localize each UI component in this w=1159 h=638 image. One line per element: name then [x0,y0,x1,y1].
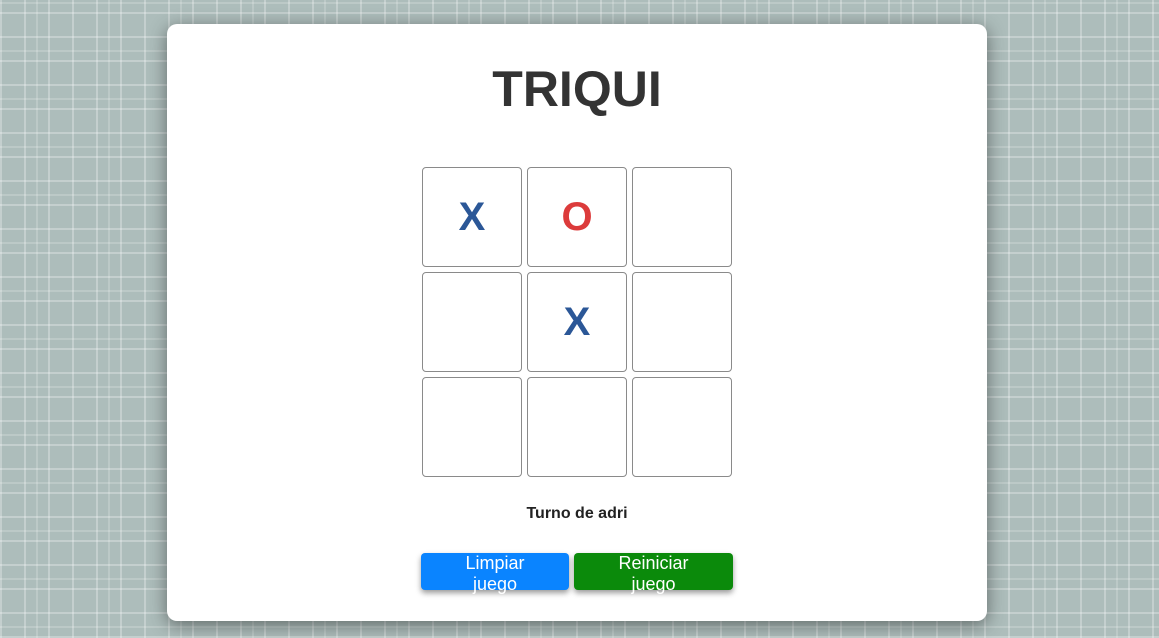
board-cell-6[interactable] [632,272,732,372]
board-cell-2[interactable]: O [527,167,627,267]
board-cell-1[interactable]: X [422,167,522,267]
board-cell-4[interactable] [422,272,522,372]
game-title: TRIQUI [492,61,662,117]
game-board: X O X [422,167,732,477]
board-cell-9[interactable] [632,377,732,477]
game-card: TRIQUI X O X Turno de adri Limpiar juego… [167,24,987,621]
board-cell-5[interactable]: X [527,272,627,372]
reset-game-button[interactable]: Reiniciar juego [574,553,733,594]
button-group: Limpiar juego Reiniciar juego [421,553,733,594]
turn-status: Turno de adri [526,505,628,522]
board-cell-3[interactable] [632,167,732,267]
clear-game-button[interactable]: Limpiar juego [421,553,569,594]
board-cell-7[interactable] [422,377,522,477]
board-cell-8[interactable] [527,377,627,477]
